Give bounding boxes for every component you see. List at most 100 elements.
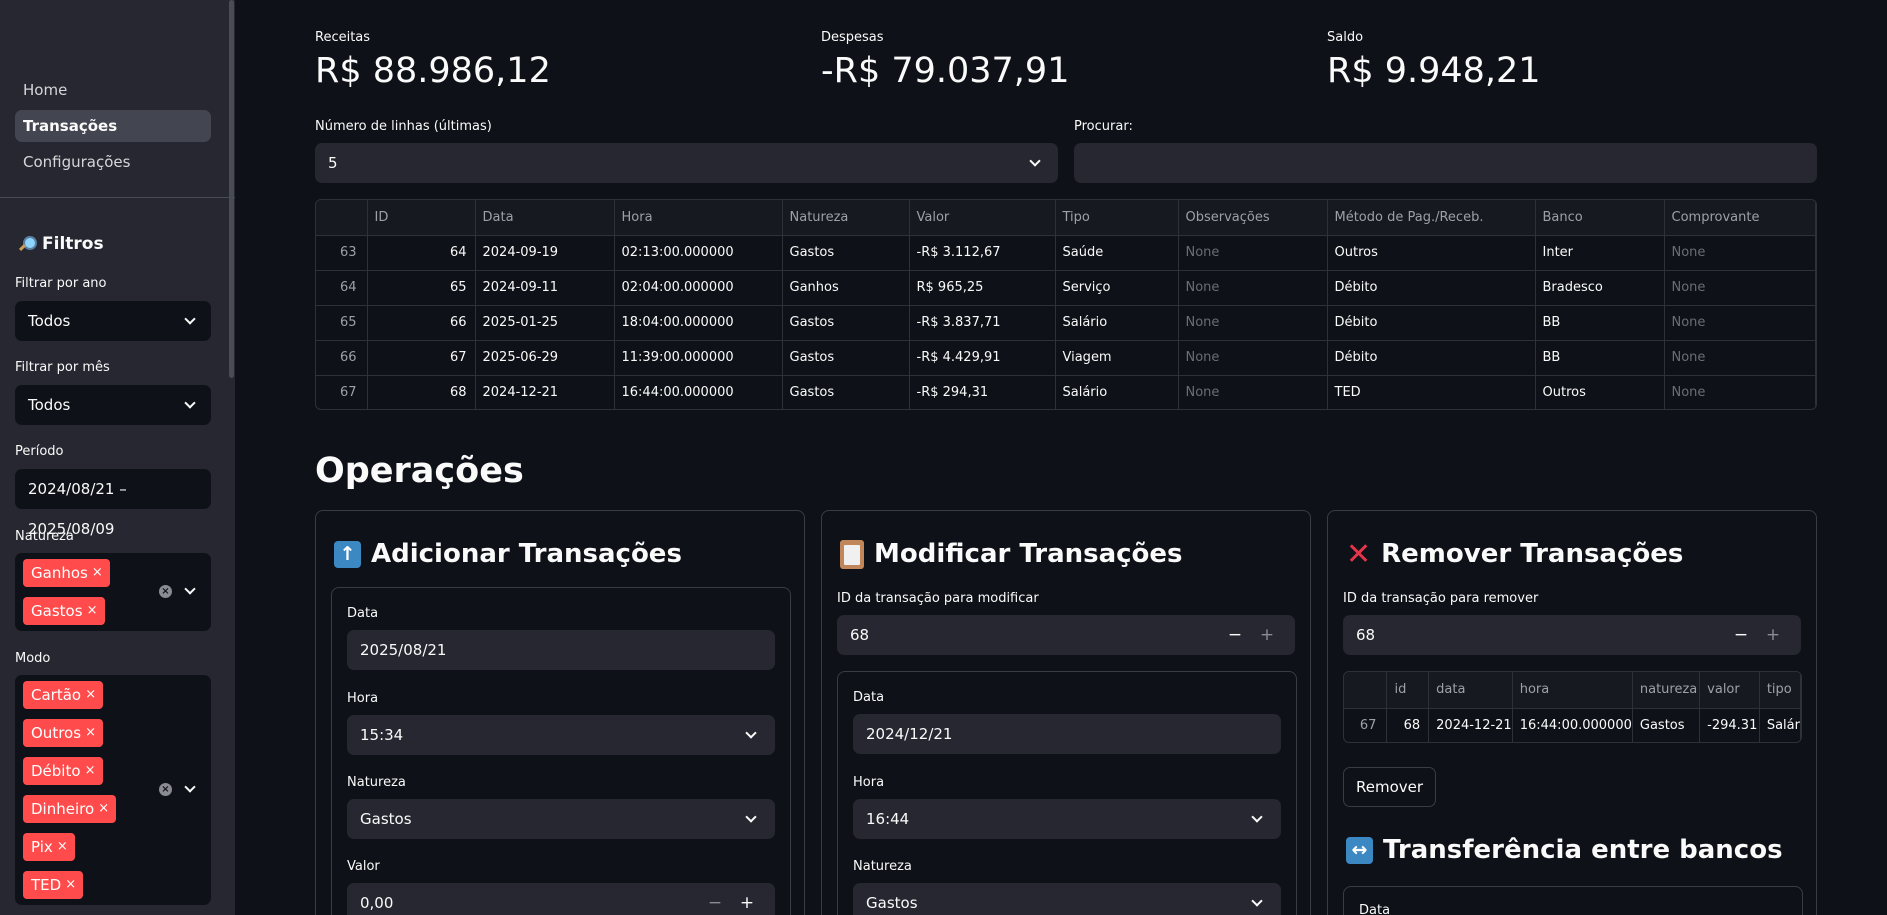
increment-button[interactable]: + <box>1757 615 1789 655</box>
table-cell[interactable]: 11:39:00.000000 <box>614 340 783 376</box>
increment-button[interactable]: + <box>1251 615 1283 655</box>
table-cell[interactable]: 02:04:00.000000 <box>614 270 783 306</box>
table-cell[interactable]: -R$ 3.837,71 <box>909 305 1056 341</box>
close-icon[interactable]: × <box>57 833 68 861</box>
column-header[interactable]: Data <box>475 200 615 236</box>
sidebar-scrollbar[interactable] <box>229 0 234 378</box>
modify-id-input[interactable]: 68 − + <box>837 615 1295 655</box>
table-cell[interactable]: Salário <box>1055 305 1179 341</box>
column-header[interactable]: Valor <box>909 200 1056 236</box>
decrement-button[interactable]: − <box>1725 615 1757 655</box>
column-header[interactable]: Observações <box>1178 200 1328 236</box>
table-cell[interactable]: None <box>1178 270 1328 306</box>
table-cell[interactable]: BB <box>1535 305 1665 341</box>
chip-dinheiro[interactable]: Dinheiro × <box>23 795 117 823</box>
mode-multiselect[interactable]: Cartão × Outros × Débito × Dinheiro × Pix × T… <box>15 675 211 905</box>
table-cell[interactable]: 68 <box>367 375 476 409</box>
month-filter-select[interactable]: Todos <box>15 385 211 425</box>
sidebar-item-transacoes[interactable]: Transações <box>15 110 211 142</box>
table-cell[interactable]: TED <box>1327 375 1536 409</box>
table-row[interactable]: 67 68 2024-12-21 16:44:00.000000 Gastos … <box>1344 708 1801 742</box>
table-cell[interactable]: 2024-12-21 <box>475 375 615 409</box>
modify-time-select[interactable]: 16:44 <box>853 799 1281 839</box>
rows-count-select[interactable]: 5 <box>315 143 1058 183</box>
column-header[interactable] <box>316 200 368 236</box>
table-cell[interactable]: Gastos <box>782 235 910 271</box>
table-cell[interactable]: 2024-12-21 <box>1428 708 1513 742</box>
table-cell[interactable]: Saúde <box>1055 235 1179 271</box>
close-icon[interactable]: × <box>92 559 103 587</box>
chip-cartao[interactable]: Cartão × <box>23 681 104 709</box>
clear-icon[interactable]: × <box>159 783 172 796</box>
table-cell[interactable]: 65 <box>367 270 476 306</box>
table-cell[interactable]: Inter <box>1535 235 1665 271</box>
table-cell[interactable]: Viagem <box>1055 340 1179 376</box>
table-cell[interactable]: Débito <box>1327 340 1536 376</box>
table-cell[interactable]: 2024-09-11 <box>475 270 615 306</box>
column-header[interactable]: Método de Pag./Receb. <box>1327 200 1536 236</box>
table-cell[interactable]: R$ 965,25 <box>909 270 1056 306</box>
column-header[interactable]: Natureza <box>782 200 910 236</box>
table-row[interactable]: 63 64 2024-09-19 02:13:00.000000 Gastos … <box>316 235 1816 271</box>
remove-id-input[interactable]: 68 − + <box>1343 615 1801 655</box>
table-cell[interactable]: 2024-09-19 <box>475 235 615 271</box>
table-cell[interactable]: Outros <box>1535 375 1665 409</box>
table-cell[interactable]: None <box>1664 305 1816 341</box>
table-cell[interactable]: 18:04:00.000000 <box>614 305 783 341</box>
table-cell[interactable]: 16:44:00.000000 <box>1512 708 1633 742</box>
table-cell[interactable]: None <box>1664 375 1816 409</box>
period-input[interactable]: 2024/08/21 – 2025/08/09 <box>15 469 211 538</box>
table-row[interactable]: 65 66 2025-01-25 18:04:00.000000 Gastos … <box>316 305 1816 341</box>
column-header[interactable] <box>1344 672 1388 709</box>
column-header[interactable]: id <box>1386 672 1430 709</box>
year-filter-select[interactable]: Todos <box>15 301 211 341</box>
table-cell[interactable]: None <box>1178 375 1328 409</box>
table-cell[interactable]: None <box>1664 270 1816 306</box>
table-cell[interactable]: Gastos <box>782 340 910 376</box>
table-cell[interactable]: Outros <box>1327 235 1536 271</box>
table-cell[interactable]: 66 <box>367 305 476 341</box>
column-header[interactable]: data <box>1428 672 1513 709</box>
table-cell[interactable]: Salário <box>1055 375 1179 409</box>
table-cell[interactable]: -R$ 4.429,91 <box>909 340 1056 376</box>
table-cell[interactable]: None <box>1178 305 1328 341</box>
table-row[interactable]: 66 67 2025-06-29 11:39:00.000000 Gastos … <box>316 340 1816 376</box>
remove-button[interactable]: Remover <box>1343 767 1437 807</box>
search-input[interactable] <box>1074 143 1817 183</box>
chip-gastos[interactable]: Gastos × <box>23 597 105 625</box>
decrement-button[interactable]: − <box>1219 615 1251 655</box>
column-header[interactable]: Tipo <box>1055 200 1179 236</box>
table-cell[interactable]: Salár <box>1759 708 1801 742</box>
chevron-down-icon[interactable] <box>184 583 196 595</box>
table-row[interactable]: 64 65 2024-09-11 02:04:00.000000 Ganhos … <box>316 270 1816 306</box>
table-cell[interactable]: Gastos <box>1632 708 1701 742</box>
close-icon[interactable]: × <box>87 597 98 625</box>
decrement-button[interactable]: − <box>699 883 731 915</box>
increment-button[interactable]: + <box>731 883 763 915</box>
table-cell[interactable]: 64 <box>367 235 476 271</box>
add-time-select[interactable]: 15:34 <box>347 715 775 755</box>
table-cell[interactable]: -294.31 <box>1699 708 1760 742</box>
column-header[interactable]: Banco <box>1535 200 1665 236</box>
remove-preview-table[interactable]: id data hora natureza valor tipo 67 68 2… <box>1343 671 1802 743</box>
modify-date-input[interactable]: 2024/12/21 <box>853 714 1281 754</box>
table-cell[interactable]: Serviço <box>1055 270 1179 306</box>
close-icon[interactable]: × <box>85 719 96 747</box>
table-cell[interactable]: 16:44:00.000000 <box>614 375 783 409</box>
sidebar-item-configuracoes[interactable]: Configurações <box>15 146 211 178</box>
column-header[interactable]: ID <box>367 200 476 236</box>
close-icon[interactable]: × <box>85 681 96 709</box>
table-cell[interactable]: -R$ 294,31 <box>909 375 1056 409</box>
close-icon[interactable]: × <box>65 871 76 899</box>
table-cell[interactable]: None <box>1664 340 1816 376</box>
table-cell[interactable]: -R$ 3.112,67 <box>909 235 1056 271</box>
table-cell[interactable]: None <box>1664 235 1816 271</box>
table-cell[interactable]: None <box>1178 340 1328 376</box>
table-cell[interactable]: Débito <box>1327 270 1536 306</box>
chevron-down-icon[interactable] <box>184 781 196 793</box>
chip-ted[interactable]: TED × <box>23 871 84 899</box>
table-cell[interactable]: Débito <box>1327 305 1536 341</box>
column-header[interactable]: natureza <box>1632 672 1701 709</box>
nature-multiselect[interactable]: Ganhos × Gastos × × <box>15 553 211 631</box>
chip-ganhos[interactable]: Ganhos × <box>23 559 110 587</box>
